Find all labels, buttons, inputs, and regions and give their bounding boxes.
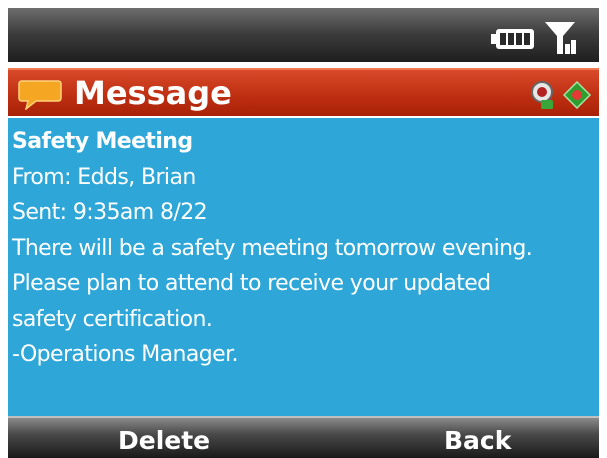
phone-screen: Message Safety Meeting From: Edds, Brian… <box>0 0 607 458</box>
message-body: Safety Meeting From: Edds, Brian Sent: 9… <box>8 118 599 416</box>
signal-icon <box>545 22 576 54</box>
softkey-bar: Delete Back <box>8 416 599 458</box>
message-body-line: There will be a safety meeting tomorrow … <box>12 235 533 261</box>
message-body-line: Please plan to attend to receive your up… <box>12 271 491 296</box>
navigation-icon[interactable] <box>563 81 591 109</box>
battery-icon <box>491 29 534 49</box>
message-from: From: Edds, Brian <box>12 164 196 190</box>
page-title: Message <box>74 74 232 112</box>
status-bar <box>8 8 599 62</box>
high-priority-icon <box>531 81 553 109</box>
message-body-line: -Operations Manager. <box>12 342 239 367</box>
back-button[interactable]: Back <box>444 424 511 458</box>
message-bubble-icon <box>18 80 62 110</box>
message-body-line: safety certification. <box>12 306 213 332</box>
title-bar: Message <box>8 68 599 116</box>
message-sent: Sent: 9:35am 8/22 <box>12 200 208 225</box>
delete-button[interactable]: Delete <box>118 424 210 458</box>
message-subject: Safety Meeting <box>12 129 193 154</box>
